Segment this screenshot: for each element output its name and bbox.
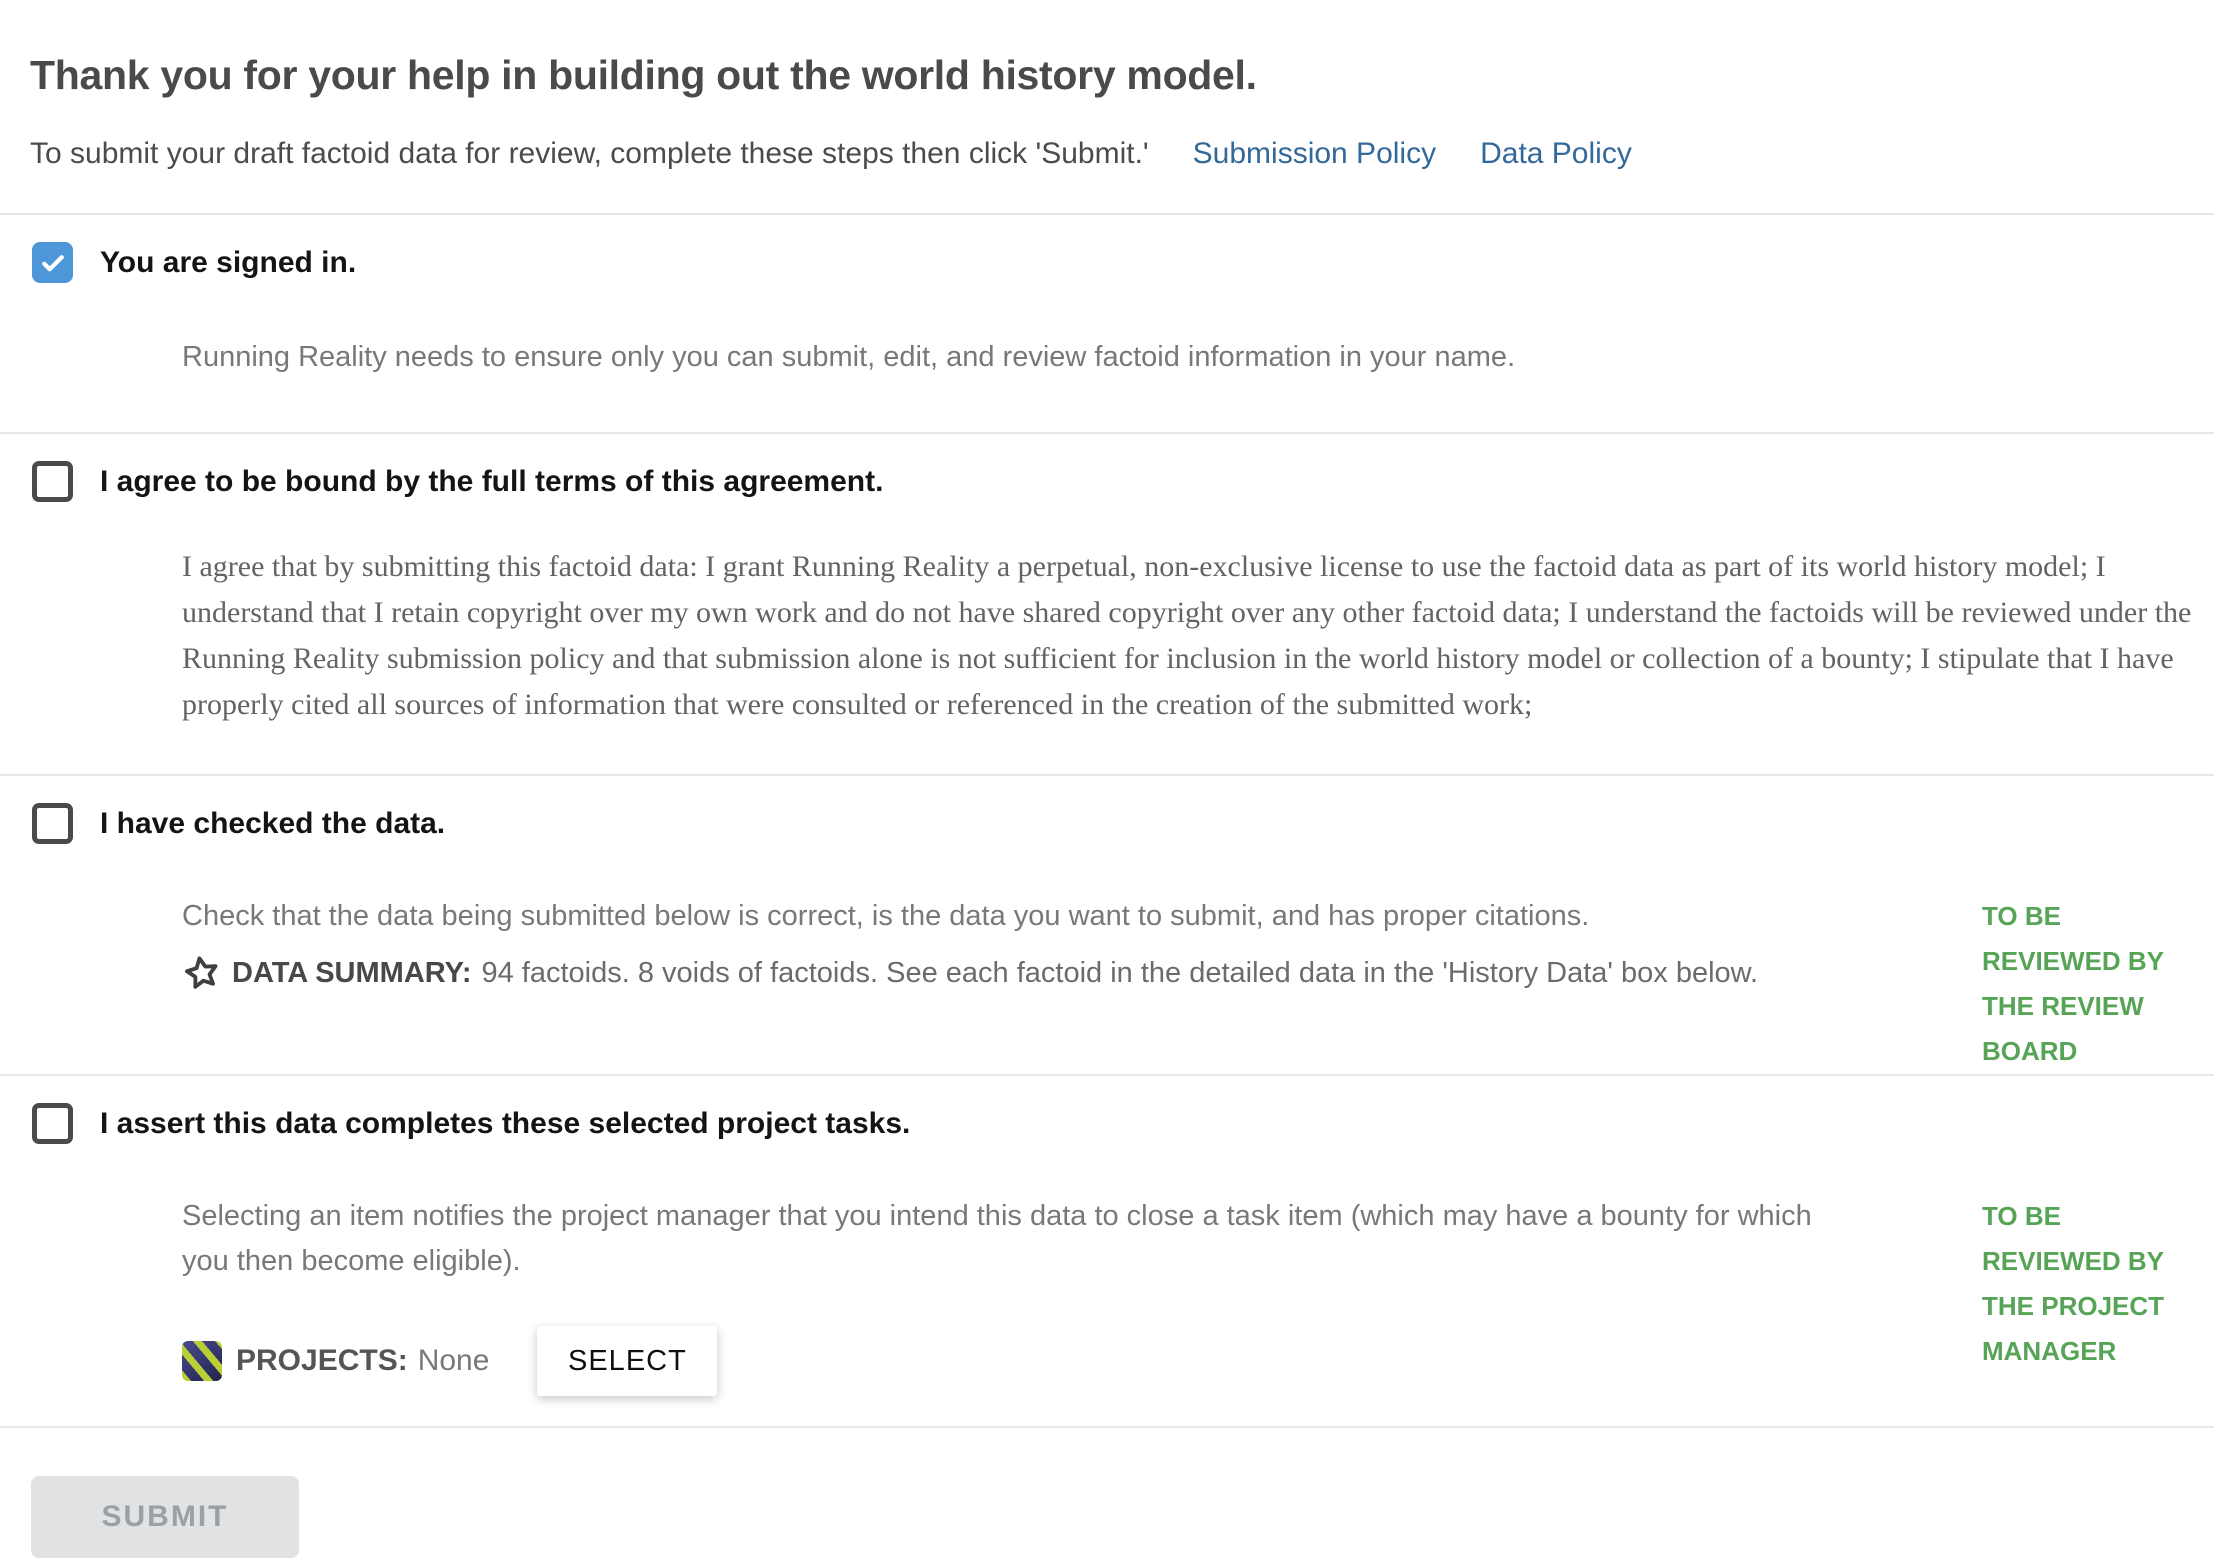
select-projects-button[interactable]: SELECT: [537, 1326, 717, 1396]
checked-data-content: Check that the data being submitted belo…: [32, 894, 1972, 1074]
step-project-tasks-label: I assert this data completes these selec…: [100, 1107, 910, 1141]
step-signed-in-label: You are signed in.: [100, 246, 356, 280]
signed-in-description: Running Reality needs to ensure only you…: [182, 335, 2214, 432]
project-tasks-checkbox[interactable]: [32, 1103, 73, 1144]
page-subtitle: To submit your draft factoid data for re…: [30, 137, 1149, 171]
subtitle-row: To submit your draft factoid data for re…: [30, 137, 2184, 213]
step-signed-in: You are signed in. Running Reality needs…: [0, 215, 2214, 434]
data-summary-label: DATA SUMMARY:: [232, 957, 471, 990]
step-agreement-label: I agree to be bound by the full terms of…: [100, 465, 883, 499]
step-project-tasks-head: I assert this data completes these selec…: [32, 1103, 2214, 1144]
page-title: Thank you for your help in building out …: [30, 52, 2184, 99]
project-tasks-content: Selecting an item notifies the project m…: [32, 1194, 1972, 1426]
factoid-submission-form: Thank you for your help in building out …: [0, 0, 2214, 1558]
submit-button[interactable]: SUBMIT: [31, 1476, 299, 1558]
step-checked-data-body: Check that the data being submitted belo…: [32, 894, 2214, 1074]
submission-policy-link[interactable]: Submission Policy: [1193, 137, 1436, 171]
signed-in-checkbox[interactable]: [32, 242, 73, 283]
agreement-terms-text: I agree that by submitting this factoid …: [182, 544, 2192, 774]
project-tasks-description: Selecting an item notifies the project m…: [182, 1194, 1832, 1284]
step-project-tasks: I assert this data completes these selec…: [0, 1076, 2214, 1428]
checked-data-description: Check that the data being submitted belo…: [182, 894, 1972, 939]
projects-value: None: [418, 1344, 490, 1378]
step-signed-in-head: You are signed in.: [32, 242, 2214, 283]
step-agreement: I agree to be bound by the full terms of…: [0, 434, 2214, 776]
step-signed-in-body: Running Reality needs to ensure only you…: [32, 335, 2214, 432]
form-header: Thank you for your help in building out …: [0, 0, 2214, 215]
form-footer: SUBMIT: [0, 1428, 2214, 1558]
review-board-note: TO BE REVIEWED BY THE REVIEW BOARD: [1982, 894, 2194, 1074]
data-policy-link[interactable]: Data Policy: [1480, 137, 1632, 171]
project-manager-note: TO BE REVIEWED BY THE PROJECT MANAGER: [1982, 1194, 2194, 1426]
projects-icon: [182, 1341, 222, 1381]
step-checked-data: I have checked the data. Check that the …: [0, 776, 2214, 1076]
step-agreement-body: I agree that by submitting this factoid …: [32, 544, 2214, 774]
data-summary-text: 94 factoids. 8 voids of factoids. See ea…: [481, 957, 1758, 990]
step-agreement-head: I agree to be bound by the full terms of…: [32, 461, 2214, 502]
projects-row: PROJECTS: None SELECT: [182, 1326, 1972, 1426]
agreement-checkbox[interactable]: [32, 461, 73, 502]
checkmark-icon: [38, 248, 68, 278]
star-icon: [179, 950, 225, 996]
step-project-tasks-body: Selecting an item notifies the project m…: [32, 1194, 2214, 1426]
step-checked-data-label: I have checked the data.: [100, 807, 445, 841]
data-summary-row: DATA SUMMARY: 94 factoids. 8 voids of fa…: [182, 953, 1972, 1035]
projects-label: PROJECTS:: [236, 1344, 408, 1378]
step-checked-data-head: I have checked the data.: [32, 803, 2214, 844]
checked-data-checkbox[interactable]: [32, 803, 73, 844]
